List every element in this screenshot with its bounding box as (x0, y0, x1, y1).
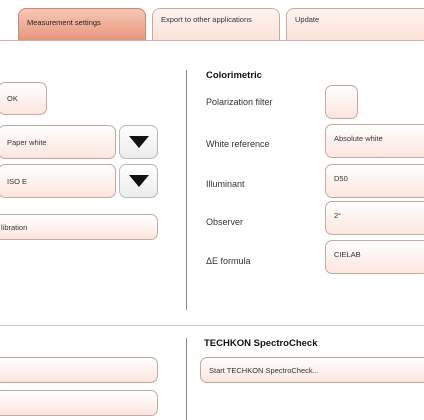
chevron-down-icon (128, 136, 149, 148)
calibration-button[interactable]: libration (0, 214, 158, 240)
illuminant-select[interactable]: D50 (325, 164, 424, 198)
tab-label: Export to other applications (161, 15, 252, 24)
delta-e-value: CIELAB (334, 250, 361, 259)
start-spectrocheck-label: Start TECHKON SpectroCheck... (209, 365, 319, 375)
tab-label: Measurement settings (27, 18, 101, 27)
paper-select[interactable]: Paper white (0, 125, 116, 159)
polarization-checkbox[interactable] (325, 85, 358, 119)
chevron-down-icon (128, 175, 149, 187)
delta-e-label: ΔE formula (206, 256, 251, 266)
ok-label: OK (7, 94, 18, 103)
illuminant-value: D50 (334, 174, 348, 183)
illuminant-label: Illuminant (206, 179, 245, 189)
left-bottom-button-1[interactable] (0, 357, 158, 383)
observer-select[interactable]: 2° (325, 201, 424, 235)
standard-select-dropdown-button[interactable] (119, 164, 158, 198)
paper-select-value: Paper white (7, 137, 47, 147)
tab-measurement-settings[interactable]: Measurement settings (18, 8, 146, 40)
column-divider (186, 70, 187, 310)
column-divider (186, 338, 187, 420)
paper-select-dropdown-button[interactable] (119, 125, 158, 159)
ok-button[interactable]: OK (0, 82, 47, 115)
tab-export[interactable]: Export to other applications (152, 8, 280, 40)
white-reference-value: Absolute white (334, 134, 383, 143)
start-spectrocheck-button[interactable]: Start TECHKON SpectroCheck... (200, 357, 424, 383)
colorimetric-heading: Colorimetric (206, 70, 262, 81)
white-reference-label: White reference (206, 139, 270, 149)
standard-select[interactable]: ISO E (0, 164, 116, 198)
left-bottom-button-2[interactable] (0, 390, 158, 416)
calibration-label: libration (1, 222, 28, 232)
observer-label: Observer (206, 217, 244, 227)
standard-select-value: ISO E (7, 176, 28, 186)
polarization-label: Polarization filter (206, 97, 273, 107)
observer-value: 2° (334, 211, 342, 220)
delta-e-select[interactable]: CIELAB (325, 240, 424, 274)
spectrocheck-heading: TECHKON SpectroCheck (204, 338, 318, 349)
tab-update[interactable]: Update (286, 8, 424, 40)
tab-label: Update (295, 15, 320, 24)
white-reference-select[interactable]: Absolute white (325, 124, 424, 158)
